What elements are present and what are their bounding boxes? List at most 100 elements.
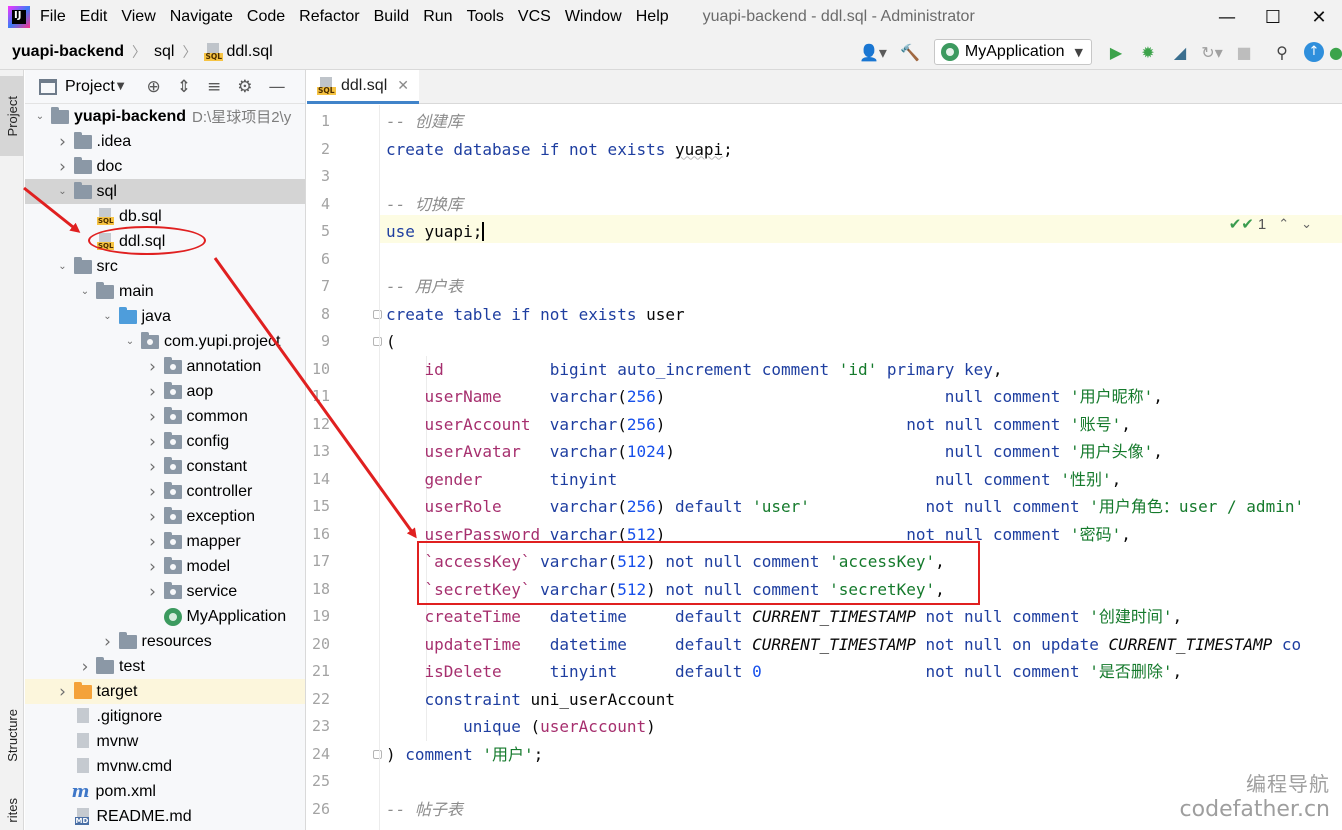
tree-item-doc[interactable]: › doc bbox=[25, 154, 305, 179]
tree-item-gitignore[interactable]: .gitignore bbox=[25, 704, 305, 729]
menu-run[interactable]: Run bbox=[423, 8, 452, 26]
chevron-right-icon[interactable]: › bbox=[146, 457, 160, 477]
tree-item-myapplication[interactable]: MyApplication bbox=[25, 604, 305, 629]
minimize-icon[interactable]: — bbox=[1204, 0, 1250, 34]
chevron-right-icon[interactable]: › bbox=[78, 657, 92, 677]
menu-file[interactable]: File bbox=[40, 8, 66, 26]
chevron-right-icon[interactable]: › bbox=[146, 582, 160, 602]
close-window-icon[interactable]: ✕ bbox=[1296, 0, 1342, 34]
menu-navigate[interactable]: Navigate bbox=[170, 8, 233, 26]
tree-item-sql[interactable]: ⌄ sql bbox=[25, 179, 305, 204]
tree-item-java[interactable]: ⌄ java bbox=[25, 304, 305, 329]
coverage-icon[interactable]: ◢ bbox=[1168, 40, 1192, 64]
chevron-down-icon[interactable]: ⌄ bbox=[1301, 217, 1312, 232]
chevron-right-icon[interactable]: › bbox=[146, 357, 160, 377]
tree-item-model[interactable]: › model bbox=[25, 554, 305, 579]
tree-item-yuapi-backend[interactable]: ⌄ yuapi-backend D:\星球项目2\y bbox=[25, 104, 305, 129]
menu-vcs[interactable]: VCS bbox=[518, 8, 551, 26]
update-icon[interactable]: ↑ bbox=[1302, 40, 1326, 64]
menu-tools[interactable]: Tools bbox=[467, 8, 504, 26]
tree-item-common[interactable]: › common bbox=[25, 404, 305, 429]
tab-ddl-sql[interactable]: SQL ddl.sql ✕ bbox=[307, 70, 419, 104]
tree-item-db-sql[interactable]: SQL db.sql bbox=[25, 204, 305, 229]
menu-build[interactable]: Build bbox=[374, 8, 410, 26]
menu-window[interactable]: Window bbox=[565, 8, 622, 26]
chevron-down-icon[interactable]: ⌄ bbox=[56, 261, 70, 272]
tree-item-exception[interactable]: › exception bbox=[25, 504, 305, 529]
search-everywhere-icon[interactable]: ⚲ bbox=[1270, 40, 1294, 64]
code-token: tinyint bbox=[549, 469, 618, 489]
chevron-down-icon[interactable]: ▼ bbox=[117, 81, 125, 92]
chevron-down-icon[interactable]: ⌄ bbox=[33, 111, 47, 122]
menu-help[interactable]: Help bbox=[636, 8, 669, 26]
chevron-down-icon[interactable]: ⌄ bbox=[56, 186, 70, 197]
tree-item-resources[interactable]: › resources bbox=[25, 629, 305, 654]
code-token: userRole bbox=[424, 497, 502, 516]
menu-edit[interactable]: Edit bbox=[80, 8, 108, 26]
user-account-icon[interactable]: 👤▾ bbox=[856, 40, 890, 64]
chevron-right-icon[interactable]: › bbox=[146, 532, 160, 552]
breadcrumb-folder[interactable]: sql bbox=[154, 43, 174, 61]
tree-item-main[interactable]: ⌄ main bbox=[25, 279, 305, 304]
project-tool-tab[interactable]: Project bbox=[0, 76, 24, 156]
chevron-down-icon[interactable]: ⌄ bbox=[123, 336, 137, 347]
tree-item-mvnw[interactable]: mvnw bbox=[25, 729, 305, 754]
build-hammer-icon[interactable]: 🔨 bbox=[898, 40, 922, 64]
chevron-right-icon[interactable]: › bbox=[146, 432, 160, 452]
chevron-right-icon[interactable]: › bbox=[56, 682, 70, 702]
hide-panel-icon[interactable]: — bbox=[269, 77, 286, 97]
chevron-right-icon[interactable]: › bbox=[146, 557, 160, 577]
favorites-tool-tab[interactable]: rites bbox=[0, 790, 24, 830]
locate-file-icon[interactable]: ⊕ bbox=[147, 77, 161, 97]
tree-item-annotation[interactable]: › annotation bbox=[25, 354, 305, 379]
tree-item-mapper[interactable]: › mapper bbox=[25, 529, 305, 554]
run-configuration-select[interactable]: MyApplication ▼ bbox=[933, 39, 1092, 65]
menu-refactor[interactable]: Refactor bbox=[299, 8, 359, 26]
chevron-right-icon[interactable]: › bbox=[146, 407, 160, 427]
profile-icon[interactable]: ↻▾ bbox=[1200, 40, 1224, 64]
breadcrumb-file[interactable]: ddl.sql bbox=[226, 43, 272, 61]
expand-all-icon[interactable]: ⇕ bbox=[177, 77, 191, 97]
chevron-right-icon[interactable]: › bbox=[146, 507, 160, 527]
gear-icon[interactable]: ⚙ bbox=[237, 77, 252, 97]
favorites-tool-tab-label: rites bbox=[4, 797, 20, 823]
tree-item-mvnw-cmd[interactable]: mvnw.cmd bbox=[25, 754, 305, 779]
debug-icon[interactable]: ✹ bbox=[1136, 40, 1160, 64]
project-view-icon bbox=[39, 78, 57, 95]
plugin-icon[interactable]: ● bbox=[1329, 40, 1342, 64]
collapse-all-icon[interactable]: ≡ bbox=[207, 77, 221, 97]
tree-item-service[interactable]: › service bbox=[25, 579, 305, 604]
tree-item-com-yupi-project[interactable]: ⌄ com.yupi.project bbox=[25, 329, 305, 354]
close-tab-icon[interactable]: ✕ bbox=[397, 78, 409, 94]
chevron-up-icon[interactable]: ⌃ bbox=[1278, 217, 1289, 232]
inspection-widget[interactable]: ✔✔ 1 ⌃ ⌄ bbox=[1229, 215, 1312, 233]
structure-tool-tab[interactable]: Structure bbox=[0, 690, 24, 780]
menu-view[interactable]: View bbox=[121, 8, 155, 26]
stop-icon[interactable]: ■ bbox=[1232, 40, 1256, 64]
run-icon[interactable]: ▶ bbox=[1104, 40, 1128, 64]
editor-gutter[interactable]: 1 2 3 4 5 6 7 8 9 10 11 12 13 14 15 16 17 18 19 20 21 22 23 24 2… bbox=[307, 105, 382, 830]
chevron-right-icon[interactable]: › bbox=[56, 132, 70, 152]
chevron-down-icon[interactable]: ⌄ bbox=[101, 311, 115, 322]
tree-item-readme-md[interactable]: MD README.md bbox=[25, 804, 305, 829]
chevron-right-icon[interactable]: › bbox=[146, 382, 160, 402]
tree-item-test[interactable]: › test bbox=[25, 654, 305, 679]
tree-item-target[interactable]: › target bbox=[25, 679, 305, 704]
tree-item-controller[interactable]: › controller bbox=[25, 479, 305, 504]
tree-item-pom-xml[interactable]: m pom.xml bbox=[25, 779, 305, 804]
maximize-icon[interactable]: ☐ bbox=[1250, 0, 1296, 34]
project-view-select[interactable]: Project bbox=[65, 78, 115, 96]
breadcrumb-project[interactable]: yuapi-backend bbox=[12, 43, 124, 61]
tree-item-config[interactable]: › config bbox=[25, 429, 305, 454]
chevron-right-icon[interactable]: › bbox=[56, 157, 70, 177]
chevron-right-icon[interactable]: › bbox=[101, 632, 115, 652]
chevron-down-icon[interactable]: ⌄ bbox=[78, 286, 92, 297]
tree-item-aop[interactable]: › aop bbox=[25, 379, 305, 404]
code-editor[interactable]: ✔✔ 1 ⌃ ⌄ -- 创建库 create database if not ex… bbox=[380, 105, 1342, 830]
tree-item-constant[interactable]: › constant bbox=[25, 454, 305, 479]
chevron-right-icon[interactable]: › bbox=[146, 482, 160, 502]
tree-item-src[interactable]: ⌄ src bbox=[25, 254, 305, 279]
menu-code[interactable]: Code bbox=[247, 8, 285, 26]
tree-item-idea[interactable]: › .idea bbox=[25, 129, 305, 154]
